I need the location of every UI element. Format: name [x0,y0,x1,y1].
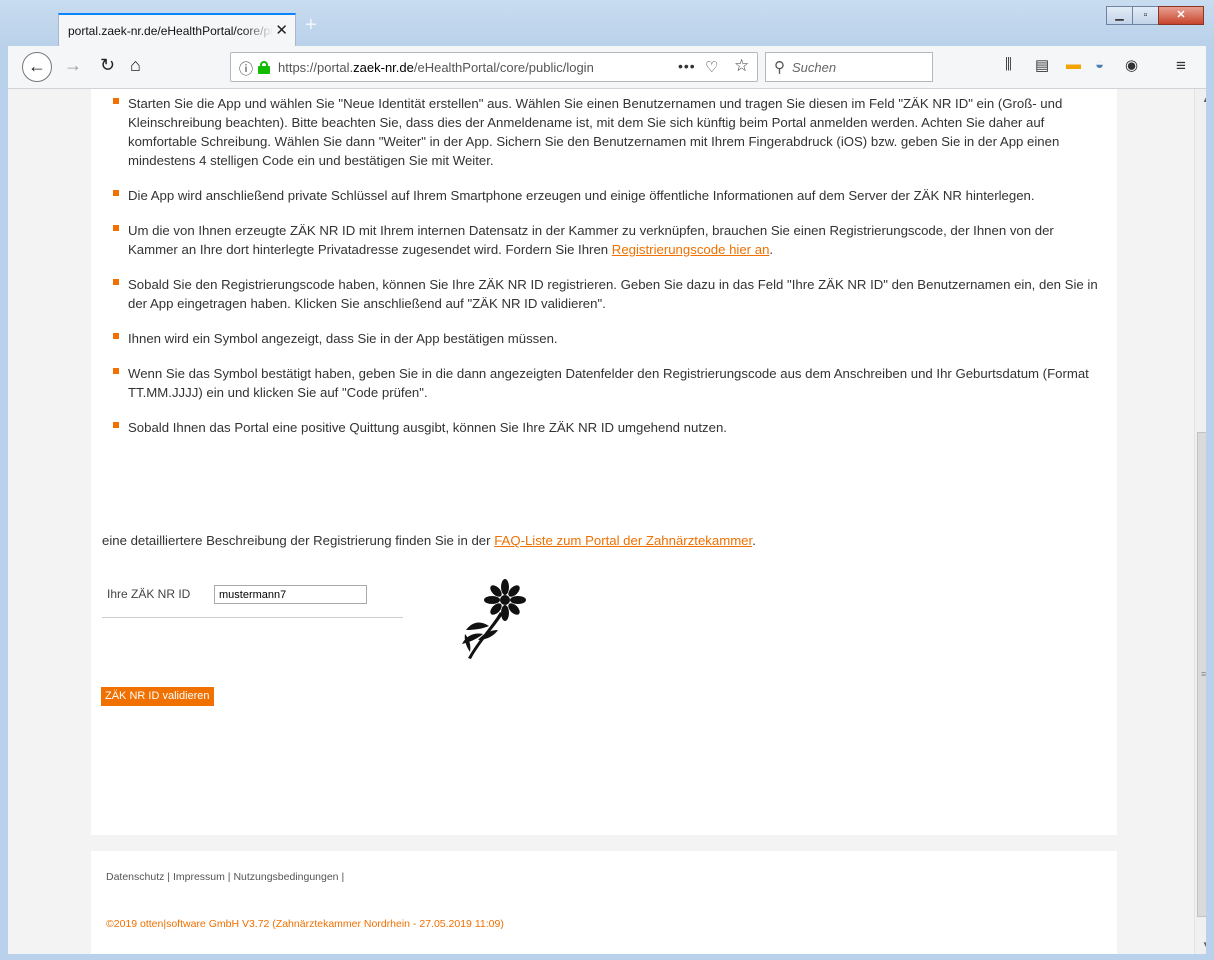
list-item: Die App wird anschließend private Schlüs… [112,186,1102,205]
page-viewport: Starten Sie die App und wählen Sie "Neue… [8,89,1206,954]
back-icon[interactable]: ← [22,52,52,82]
validate-id-button[interactable]: ZÄK NR ID validieren [101,687,214,706]
list-item: Sobald Sie den Registrierungscode haben,… [112,275,1102,313]
title-bar: portal.zaek-nr.de/eHealthPortal/core/pub… [0,0,1214,46]
page-actions-icon[interactable]: ••• [678,58,696,74]
library-icon[interactable]: ⫼ [1005,56,1012,73]
url-text: https://portal.zaek-nr.de/eHealthPortal/… [278,60,594,75]
minimize-icon[interactable]: ▁ [1106,6,1133,25]
registration-steps: Starten Sie die App und wählen Sie "Neue… [112,94,1102,453]
id-input[interactable] [214,585,367,604]
search-icon: ⚲ [774,59,785,76]
privacy-link[interactable]: Datenschutz [106,871,164,883]
extension-icon[interactable]: ▬ [1066,56,1081,73]
maximize-icon[interactable]: ▫ [1132,6,1159,25]
scroll-down-icon[interactable]: ▼ [1202,940,1206,949]
footer-links: Datenschutz | Impressum | Nutzungsbeding… [106,871,345,883]
window-close-icon[interactable]: ✕ [1158,6,1204,25]
navigation-toolbar: ← → ↻ ⌂ ⓘ https://portal.zaek-nr.de/eHea… [8,46,1206,89]
account-icon[interactable]: ◉ [1125,56,1138,74]
url-bar[interactable]: ⓘ https://portal.zaek-nr.de/eHealthPorta… [230,52,758,82]
menu-icon[interactable]: ≡ [1176,56,1186,76]
bookmark-star-icon[interactable]: ☆ [734,56,749,76]
pocket-icon[interactable]: ♡ [705,58,718,76]
main-content: Starten Sie die App und wählen Sie "Neue… [91,89,1117,835]
search-bar[interactable]: ⚲ [765,52,933,82]
tab-close-icon[interactable]: ✕ [275,21,288,39]
browser-tab[interactable]: portal.zaek-nr.de/eHealthPortal/core/pub… [58,13,296,46]
site-info-icon[interactable]: ⓘ [239,59,253,79]
imprint-link[interactable]: Impressum [173,871,225,883]
tab-title: portal.zaek-nr.de/eHealthPortal/core/pub… [68,24,273,38]
scrollbar[interactable]: ▲ ≡ ▼ [1194,89,1206,954]
id-label: Ihre ZÄK NR ID [107,587,191,601]
flower-icon [462,579,526,659]
list-item: Sobald Ihnen das Portal eine positive Qu… [112,418,1102,437]
sidebar-icon[interactable]: ▤ [1035,56,1049,74]
description-text: eine detailliertere Beschreibung der Reg… [102,533,756,548]
scrollbar-thumb[interactable]: ≡ [1197,432,1206,917]
registration-code-link[interactable]: Registrierungscode hier an [612,242,770,257]
home-icon[interactable]: ⌂ [130,55,141,76]
window-frame [0,954,1214,960]
list-item: Ihnen wird ein Symbol angezeigt, dass Si… [112,329,1102,348]
form-divider [102,617,403,618]
window-controls: ▁ ▫ ✕ [1106,6,1204,25]
faq-link[interactable]: FAQ-Liste zum Portal der Zahnärztekammer [494,533,752,548]
new-tab-button[interactable]: + [305,14,317,37]
list-item: Um die von Ihnen erzeugte ZÄK NR ID mit … [112,221,1102,259]
reload-icon[interactable]: ↻ [100,55,115,76]
list-item: Wenn Sie das Symbol bestätigt haben, geb… [112,364,1102,402]
footer: Datenschutz | Impressum | Nutzungsbeding… [91,851,1117,954]
scroll-up-icon[interactable]: ▲ [1202,95,1206,104]
terms-link[interactable]: Nutzungsbedingungen [233,871,338,883]
addon-icon[interactable]: ◒ [1095,56,1104,73]
search-input[interactable] [792,58,922,76]
list-item: Starten Sie die App und wählen Sie "Neue… [112,94,1102,170]
forward-icon[interactable]: → [64,55,82,76]
copyright: ©2019 otten|software GmbH V3.72 (Zahnärz… [106,918,504,930]
lock-icon [258,61,270,74]
